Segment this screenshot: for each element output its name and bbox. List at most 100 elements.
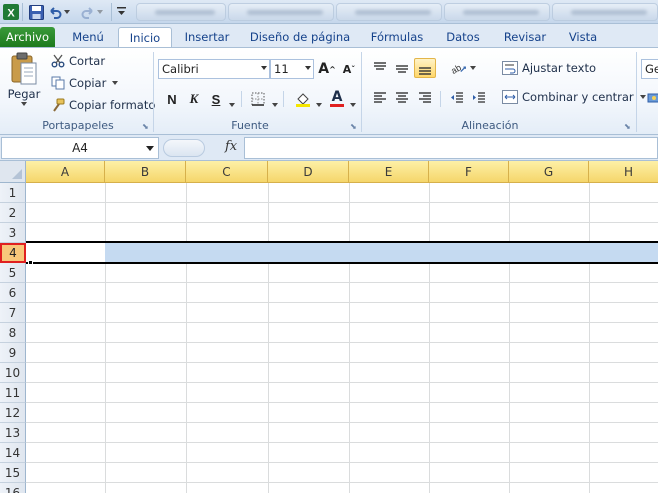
formula-bar-handle[interactable]: [163, 139, 205, 157]
formula-input[interactable]: [244, 137, 658, 159]
align-left-icon[interactable]: [369, 88, 391, 108]
row-header-7[interactable]: 7: [0, 303, 26, 323]
align-bottom-icon[interactable]: [414, 58, 436, 78]
row-header-11[interactable]: 11: [0, 383, 26, 403]
increase-indent-icon[interactable]: [468, 88, 490, 108]
undo-icon[interactable]: [48, 3, 70, 21]
row-header-9[interactable]: 9: [0, 343, 26, 363]
tab-insertar[interactable]: Insertar: [178, 27, 236, 47]
column-header-b[interactable]: B: [105, 161, 186, 183]
row-header-2[interactable]: 2: [0, 203, 26, 223]
column-header-e[interactable]: E: [349, 161, 429, 183]
cut-button[interactable]: Cortar: [51, 54, 105, 68]
svg-text:X: X: [7, 8, 15, 20]
row-header-14[interactable]: 14: [0, 443, 26, 463]
accounting-format-icon[interactable]: [643, 88, 658, 108]
row-header-6[interactable]: 6: [0, 283, 26, 303]
font-color-dropdown-icon[interactable]: [348, 96, 356, 110]
font-name-combo[interactable]: Calibri: [158, 59, 270, 79]
blurred-browser-tab: [228, 3, 334, 21]
font-color-icon[interactable]: A: [326, 88, 348, 108]
customize-qat-icon[interactable]: [115, 3, 127, 21]
font-name-value: Calibri: [162, 62, 199, 76]
excel-logo-icon[interactable]: X: [2, 3, 20, 21]
borders-dropdown-icon[interactable]: [270, 96, 278, 110]
select-all-corner[interactable]: [0, 161, 26, 183]
format-painter-label: Copiar formato: [69, 98, 156, 112]
row-header-12[interactable]: 12: [0, 403, 26, 423]
merge-center-label: Combinar y centrar: [522, 90, 634, 104]
borders-icon[interactable]: [247, 89, 269, 109]
align-top-icon[interactable]: [369, 58, 391, 78]
tab-formulas[interactable]: Fórmulas: [364, 27, 430, 47]
row-header-13[interactable]: 13: [0, 423, 26, 443]
tab-revisar[interactable]: Revisar: [498, 27, 552, 47]
worksheet-grid[interactable]: ABCDEFGH 1 2 3 4 5 6 7 8 9 10 11 12 13 14 15 16: [0, 161, 658, 493]
tab-archivo[interactable]: Archivo: [0, 27, 55, 47]
grid-column-line: [429, 183, 430, 493]
tab-datos[interactable]: Datos: [440, 27, 486, 47]
column-header-d[interactable]: D: [268, 161, 349, 183]
redo-icon[interactable]: [80, 3, 104, 21]
column-header-g[interactable]: G: [509, 161, 589, 183]
underline-dropdown-icon[interactable]: [227, 96, 235, 110]
fill-color-icon[interactable]: [292, 89, 314, 109]
clipboard-launcher-icon[interactable]: ⬊: [142, 122, 149, 131]
grid-row-line: [26, 362, 658, 363]
clipboard-group-label: Portapapeles: [42, 119, 114, 132]
cut-label: Cortar: [69, 54, 106, 68]
fill-handle[interactable]: [28, 260, 33, 265]
grow-font-icon[interactable]: A ^: [316, 59, 338, 79]
alignment-launcher-icon[interactable]: ⬊: [624, 122, 631, 131]
grid-column-line: [105, 183, 106, 493]
grid-row-line: [26, 422, 658, 423]
font-launcher-icon[interactable]: ⬊: [350, 122, 357, 131]
row-header-15[interactable]: 15: [0, 463, 26, 483]
column-header-f[interactable]: F: [429, 161, 509, 183]
grid-row-line: [26, 282, 658, 283]
tab-menu[interactable]: Menú: [62, 27, 114, 47]
decrease-indent-icon[interactable]: [446, 88, 468, 108]
tab-diseno-de-pagina[interactable]: Diseño de página: [246, 27, 354, 47]
grid-row-line: [26, 462, 658, 463]
paste-label: Pegar: [7, 87, 41, 101]
blurred-browser-tab: [136, 3, 226, 21]
insert-function-icon[interactable]: fx: [225, 139, 237, 154]
save-icon[interactable]: [27, 3, 45, 21]
row-header-16[interactable]: 16: [0, 483, 26, 493]
alignment-group-label: Alineación: [461, 119, 519, 132]
font-size-combo[interactable]: 11: [270, 59, 314, 79]
align-middle-icon[interactable]: [391, 58, 413, 78]
italic-button[interactable]: K: [183, 89, 205, 109]
row-header-1[interactable]: 1: [0, 183, 26, 203]
column-header-c[interactable]: C: [186, 161, 268, 183]
row-header-10[interactable]: 10: [0, 363, 26, 383]
number-format-combo[interactable]: Ge: [641, 59, 658, 79]
name-box-dropdown-icon[interactable]: [146, 146, 154, 151]
grid-row-line: [26, 482, 658, 483]
copy-button[interactable]: Copiar: [51, 76, 119, 90]
align-right-icon[interactable]: [414, 88, 436, 108]
merge-center-button[interactable]: Combinar y centrar: [502, 90, 646, 104]
name-box[interactable]: A4: [1, 137, 159, 159]
align-center-icon[interactable]: [391, 88, 413, 108]
row-header-3[interactable]: 3: [0, 223, 26, 243]
fill-color-dropdown-icon[interactable]: [314, 96, 322, 110]
copy-label: Copiar: [69, 76, 107, 90]
tab-inicio[interactable]: Inicio: [118, 27, 172, 48]
paste-button[interactable]: Pegar: [6, 52, 42, 116]
underline-button[interactable]: S: [205, 89, 227, 109]
tab-vista[interactable]: Vista: [562, 27, 604, 47]
column-header-h[interactable]: H: [589, 161, 658, 183]
row-header-8[interactable]: 8: [0, 323, 26, 343]
orientation-icon[interactable]: ab: [450, 58, 476, 78]
wrap-text-button[interactable]: Ajustar texto: [502, 61, 596, 75]
bold-button[interactable]: N: [161, 89, 183, 109]
row-header-5[interactable]: 5: [0, 263, 26, 283]
grid-column-line: [589, 183, 590, 493]
grid-column-line: [268, 183, 269, 493]
format-painter-button[interactable]: Copiar formato: [51, 98, 155, 112]
row-header-4[interactable]: 4: [0, 243, 26, 263]
shrink-font-icon[interactable]: Aˇ: [338, 59, 360, 79]
column-header-a[interactable]: A: [26, 161, 105, 183]
